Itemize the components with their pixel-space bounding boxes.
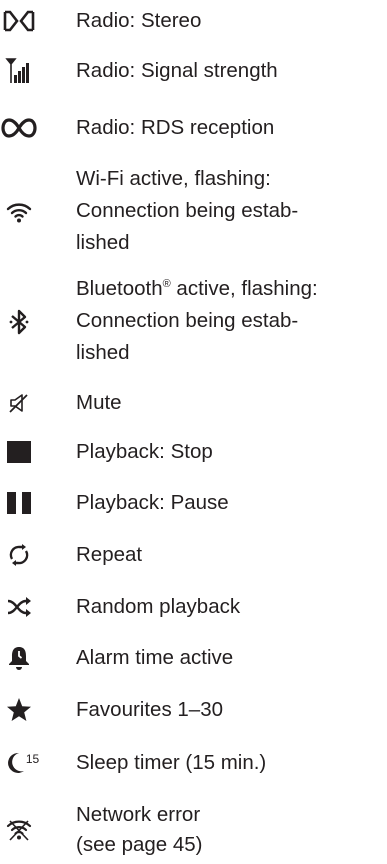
- legend-row-favourites: Favourites 1–30: [0, 692, 387, 728]
- legend-label: Playback: Stop: [76, 440, 213, 463]
- legend-row-bluetooth: Bluetooth® active, flashing: Connection …: [0, 273, 387, 373]
- legend-label: Radio: Signal strength: [76, 59, 278, 82]
- legend-row-repeat: Repeat: [0, 537, 387, 573]
- legend-label: Favourites 1–30: [76, 698, 224, 721]
- legend-label: Radio: Stereo: [76, 9, 202, 32]
- stereo-icon: [0, 9, 38, 33]
- rds-icon: [0, 116, 38, 140]
- shuffle-icon: [0, 595, 38, 619]
- legend-row-signal: Radio: Signal strength: [0, 53, 387, 89]
- legend-row-wifi: Wi-Fi active, flashing: Connection being…: [0, 163, 387, 263]
- legend-row-rds: Radio: RDS reception: [0, 110, 387, 146]
- legend-label: Sleep timer (15 min.): [76, 751, 267, 774]
- legend-label: Random playback: [76, 595, 241, 618]
- sleep-timer-icon: 15: [0, 750, 44, 776]
- legend-label: Wi-Fi active, flashing: Connection being…: [76, 167, 299, 254]
- legend-row-stop: Playback: Stop: [0, 434, 387, 470]
- repeat-icon: [0, 542, 38, 568]
- mute-icon: [0, 391, 38, 415]
- legend-label: Alarm time active: [76, 646, 234, 669]
- legend-row-shuffle: Random playback: [0, 589, 387, 625]
- alarm-icon: [0, 645, 38, 671]
- legend-row-network-error: Network error (see page 45): [0, 798, 387, 864]
- legend-label: Network error (see page 45): [76, 803, 203, 856]
- network-error-icon: [0, 815, 38, 845]
- bluetooth-icon: [0, 307, 38, 337]
- legend-label: Mute: [76, 391, 122, 414]
- legend-row-sleep-timer: 15 Sleep timer (15 min.): [0, 745, 387, 781]
- star-icon: [0, 697, 38, 723]
- legend-label: Repeat: [76, 543, 143, 566]
- legend-row-alarm: Alarm time active: [0, 640, 387, 676]
- legend-row-mute: Mute: [0, 385, 387, 421]
- legend-label: Playback: Pause: [76, 491, 229, 514]
- signal-strength-icon: [0, 57, 38, 85]
- wifi-icon: [0, 197, 38, 227]
- legend-row-stereo: Radio: Stereo: [0, 3, 387, 39]
- legend-label: Radio: RDS reception: [76, 116, 275, 139]
- label-text: Bluetooth: [76, 277, 163, 300]
- stop-icon: [0, 439, 38, 465]
- pause-icon: [0, 490, 38, 516]
- legend-row-pause: Playback: Pause: [0, 485, 387, 521]
- sleep-timer-minutes: 15: [25, 752, 40, 766]
- legend-label: Bluetooth® active, flashing: Connection …: [76, 273, 381, 369]
- registered-mark: ®: [162, 278, 171, 290]
